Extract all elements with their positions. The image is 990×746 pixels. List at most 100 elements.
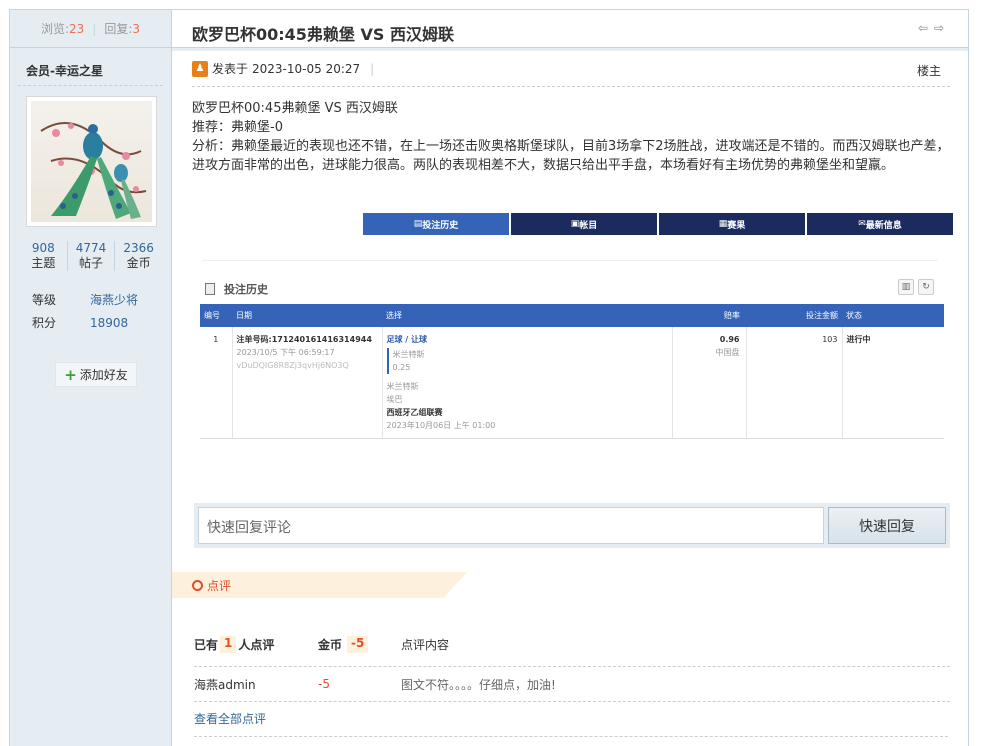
history-title: 投注历史 <box>224 283 268 296</box>
table-row: 1 注单号码:171240161416314944 2023/10/5 下午 0… <box>200 327 944 439</box>
selection-team: 米兰特斯 <box>392 350 425 359</box>
rating-count: 已有 1 人点评 <box>194 636 318 653</box>
quick-reply-input[interactable]: 快速回复评论 <box>198 507 824 544</box>
tab-label: 投注历史 <box>422 220 459 231</box>
post-line: 分析：弗赖堡最近的表现也还不错，在上一场还击败奥格斯堡球队，目前3场拿下2场胜战… <box>192 139 950 173</box>
order-code: vDuDQIG8R8Zj3qvHj6NO3Q <box>236 361 349 370</box>
rating-user[interactable]: 海燕admin <box>194 676 318 693</box>
author-counts: 908 主题 4774 帖子 2366 金币 <box>20 241 162 271</box>
replies-label: 回复: <box>104 22 133 36</box>
level-row: 等级 海燕少将 <box>32 288 162 311</box>
tab-results[interactable]: ▦ 赛果 <box>659 213 805 235</box>
post-body: 欧罗巴杯00:45弗赖堡 VS 西汉姆联 推荐：弗赖堡-0 分析：弗赖堡最近的表… <box>192 99 952 175</box>
plus-icon: + <box>64 365 77 384</box>
rating-title: 点评 <box>207 578 232 593</box>
arrow-left-icon[interactable]: ⇦ <box>918 21 934 35</box>
refresh-icon[interactable]: ↻ <box>918 279 934 295</box>
cell-stake: 103 <box>746 327 843 439</box>
coin-total: -5 <box>347 636 369 653</box>
views-label: 浏览: <box>40 22 70 36</box>
post-title: 欧罗巴杯00:45弗赖堡 VS 西汉姆联 <box>192 25 454 44</box>
count-label: 帖子 <box>79 256 104 270</box>
count-posts[interactable]: 4774 帖子 <box>68 241 116 271</box>
tab-accounts[interactable]: ▣ 帐目 <box>511 213 657 235</box>
count-coins[interactable]: 2366 金币 <box>115 241 162 271</box>
selection-type[interactable]: 足球 / 让球 <box>387 333 668 346</box>
post-frame: 浏览: 23 | 回复: 3 会员-幸运之星 908 主题 4774 帖子 23… <box>9 9 969 746</box>
count-value: 2366 <box>123 241 154 255</box>
odds-type: 中国盘 <box>715 348 740 357</box>
count-label: 金币 <box>126 256 151 270</box>
selection-handicap: 0.25 <box>392 363 411 372</box>
points-label: 积分 <box>32 316 57 330</box>
col-date: 日期 <box>232 304 382 327</box>
print-icon[interactable]: ▥ <box>898 279 914 295</box>
quick-reply-button[interactable]: 快速回复 <box>828 507 946 544</box>
circle-icon <box>192 579 203 591</box>
cell-date: 注单号码:171240161416314944 2023/10/5 下午 06:… <box>232 327 383 439</box>
quick-reply-bar: 快速回复评论 快速回复 <box>194 503 950 548</box>
view-reply-stats: 浏览: 23 | 回复: 3 <box>10 10 171 48</box>
tab-bet-history[interactable]: ▤ 投注历史 <box>363 213 509 235</box>
level-value[interactable]: 海燕少将 <box>90 291 138 308</box>
post-line: 推荐：弗赖堡-0 <box>192 120 283 135</box>
stat-separator: | <box>92 21 97 36</box>
tab-label: 帐目 <box>579 220 598 231</box>
content-label: 点评内容 <box>401 638 450 652</box>
peacock-illustration <box>40 122 147 219</box>
post-line: 欧罗巴杯00:45弗赖堡 VS 西汉姆联 <box>192 101 398 116</box>
col-stake: 投注金额 <box>746 304 842 327</box>
match-league: 西班牙乙组联赛 <box>386 408 443 417</box>
avatar[interactable] <box>26 96 157 227</box>
posted-prefix: 发表于 <box>212 62 249 76</box>
rating-content: 图文不符。。。。仔细点，加油! <box>401 677 556 692</box>
history-heading: 投注历史 <box>205 281 268 297</box>
author-name[interactable]: 会员-幸运之星 <box>18 48 163 86</box>
results-icon: ▦ <box>718 219 728 229</box>
meta-divider <box>192 86 950 87</box>
count-badge: 1 <box>220 636 237 653</box>
tab-label: 赛果 <box>727 220 746 231</box>
book-icon: ▣ <box>570 219 580 229</box>
prev-next-nav: ⇦⇨ <box>918 21 950 35</box>
count-value: 4774 <box>75 241 107 255</box>
table-header-row: 编号 日期 选择 赔率 投注金额 状态 <box>200 304 944 327</box>
points-value: 18908 <box>90 315 129 330</box>
match-time: 2023年10月06日 上午 01:00 <box>386 421 496 430</box>
rating-ribbon: 点评 <box>172 572 467 598</box>
add-friend-button[interactable]: + 添加好友 <box>55 362 137 387</box>
peacock-avatar-image <box>31 101 152 222</box>
meta-pipe: | <box>370 61 375 76</box>
count-topics[interactable]: 908 主题 <box>20 241 68 271</box>
selection-detail: 米兰特斯 0.25 <box>386 348 668 374</box>
history-icon: ▤ <box>413 219 423 229</box>
level-label: 等级 <box>32 293 57 307</box>
tab-news[interactable]: ✉ 最新信息 <box>807 213 953 235</box>
title-underline <box>172 48 968 51</box>
col-num: 编号 <box>200 304 232 327</box>
floor-label: 楼主 <box>916 64 941 78</box>
document-icon <box>205 283 215 295</box>
cell-odds: 0.96 中国盘 <box>672 327 747 439</box>
views-count: 23 <box>69 21 85 36</box>
col-selection: 选择 <box>382 304 672 327</box>
history-tools: ▥ ↻ <box>894 279 934 295</box>
col-odds: 赔率 <box>672 304 746 327</box>
tab-label: 最新信息 <box>865 220 902 231</box>
count-label: 主题 <box>31 256 56 270</box>
mail-icon: ✉ <box>858 219 866 229</box>
history-table: 编号 日期 选择 赔率 投注金额 状态 1 注单号码:1712401614163… <box>200 304 944 439</box>
cell-status: 进行中 <box>842 327 944 439</box>
rating-coin: 金币 -5 <box>318 636 401 653</box>
cell-num: 1 <box>200 327 233 439</box>
rating-bottom-divider <box>194 736 948 737</box>
match-away: 埃巴 <box>386 395 403 404</box>
rating-row: 海燕admin -5 图文不符。。。。仔细点，加油! <box>194 666 950 702</box>
arrow-right-icon[interactable]: ⇨ <box>934 21 950 35</box>
count-value: 908 <box>31 241 55 255</box>
add-friend-label: 添加好友 <box>79 368 128 382</box>
section-divider <box>202 260 938 261</box>
order-number: 注单号码:171240161416314944 <box>236 335 372 344</box>
cell-selection: 足球 / 让球 米兰特斯 0.25 米兰特斯 埃巴 西班牙乙组联赛 2023年1… <box>382 327 673 439</box>
view-all-ratings-link[interactable]: 查看全部点评 <box>194 710 266 727</box>
